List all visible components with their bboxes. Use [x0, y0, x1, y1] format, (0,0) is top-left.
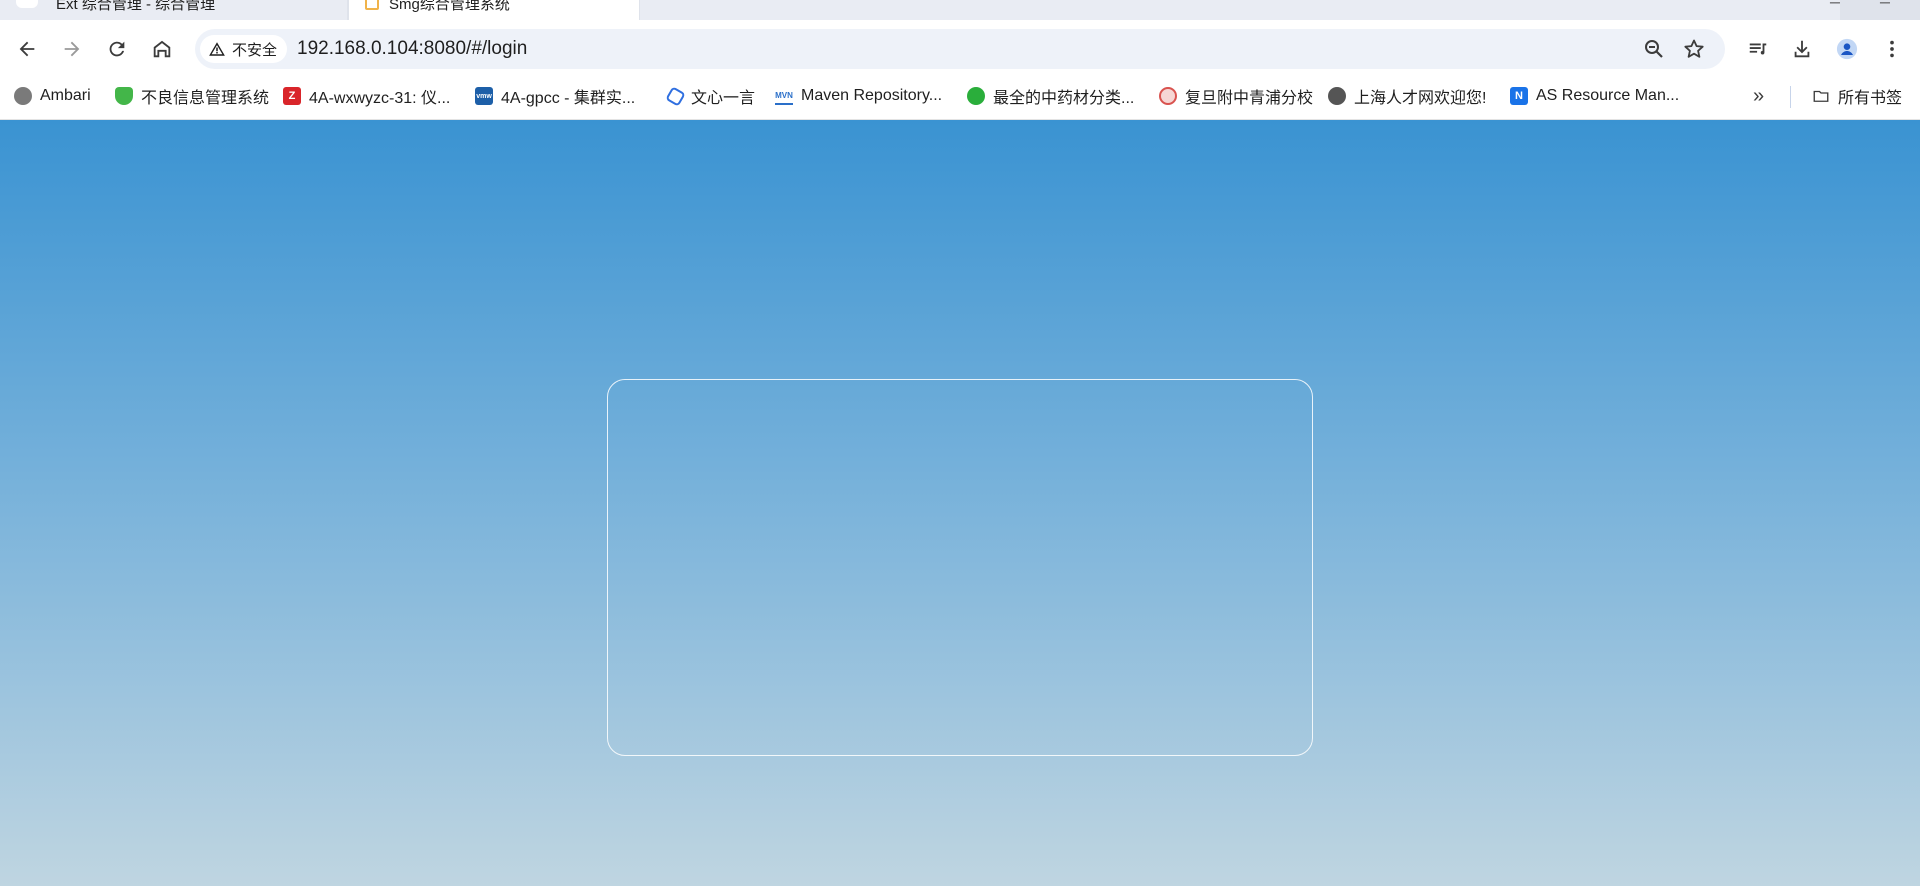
more-bookmarks-chevron-icon[interactable]: » — [1753, 78, 1764, 114]
kebab-menu-icon — [1890, 40, 1894, 58]
home-icon — [153, 40, 171, 58]
maximize-icon[interactable]: ─ — [1880, 0, 1890, 10]
media-list-icon — [1749, 43, 1767, 55]
tab-strip: Ext 综合管理 - 综合管理 Smg综合管理系统 ─ ─ — [0, 0, 1920, 20]
home-button[interactable] — [146, 33, 178, 65]
bookmark-item[interactable]: 最全的中药材分类... — [967, 78, 1134, 114]
bookmark-folder-label: 所有书签 — [1838, 90, 1903, 107]
bookmark-label: 上海人才网欢迎您! — [1354, 90, 1487, 107]
bookmark-label: Maven Repository... — [801, 87, 943, 104]
reload-button[interactable] — [101, 33, 133, 65]
bookmark-label: AS Resource Man... — [1536, 87, 1680, 104]
globe-icon — [1328, 87, 1346, 105]
address-bar[interactable]: 不安全 192.168.0.104:8080/#/login — [195, 29, 1725, 69]
minimize-icon[interactable]: ─ — [1830, 0, 1840, 10]
tab-inactive[interactable]: Ext 综合管理 - 综合管理 — [0, 0, 347, 20]
tab-active[interactable]: Smg综合管理系统 — [349, 0, 639, 20]
tab-title: Smg综合管理系统 — [389, 0, 510, 13]
bookmark-item[interactable]: N AS Resource Man... — [1510, 78, 1679, 114]
tab-title: Ext 综合管理 - 综合管理 — [56, 0, 216, 13]
bookmark-label: 复旦附中青浦分校 — [1185, 90, 1314, 107]
forward-button[interactable] — [56, 33, 88, 65]
cube-icon — [665, 85, 686, 107]
tab-favicon — [16, 0, 38, 8]
avatar-icon — [1836, 38, 1858, 60]
warning-icon — [209, 42, 225, 56]
arrow-right-icon — [64, 41, 80, 57]
star-icon[interactable] — [1682, 37, 1706, 61]
tab-favicon — [365, 0, 379, 10]
bookmark-item[interactable]: 不良信息管理系统 — [115, 78, 269, 114]
bookmark-label: 最全的中药材分类... — [993, 90, 1135, 107]
url-text[interactable]: 192.168.0.104:8080/#/login — [297, 29, 527, 69]
bookmark-item[interactable]: 文心一言 — [665, 78, 756, 114]
browser-toolbar: 不安全 192.168.0.104:8080/#/login — [0, 20, 1920, 78]
download-icon — [1794, 40, 1810, 58]
bookmark-item[interactable]: vmw 4A-gpcc - 集群实... — [475, 78, 635, 114]
back-button[interactable] — [11, 33, 43, 65]
shield-icon — [115, 87, 133, 105]
reload-icon — [109, 41, 125, 57]
bookmark-item[interactable]: 上海人才网欢迎您! — [1328, 78, 1486, 114]
bookmark-label: 不良信息管理系统 — [141, 90, 270, 107]
bookmark-item[interactable]: Ambari — [14, 78, 91, 114]
tab-strip-background — [640, 0, 1840, 20]
bookmarks-divider — [1790, 86, 1791, 108]
all-bookmarks-folder[interactable]: 所有书签 — [1812, 78, 1902, 114]
bookmark-label: 4A-gpcc - 集群实... — [501, 90, 636, 107]
folder-icon — [1812, 87, 1830, 105]
security-chip[interactable]: 不安全 — [200, 35, 288, 63]
downloads-button[interactable] — [1786, 33, 1818, 65]
arrow-left-icon — [19, 41, 35, 57]
ambari-icon — [14, 87, 32, 105]
bookmark-item[interactable]: MVN Maven Repository... — [775, 78, 942, 114]
bookmark-item[interactable]: 复旦附中青浦分校 — [1159, 78, 1313, 114]
bookmarks-bar: Ambari 不良信息管理系统 Z 4A-wxwyzc-31: 仪... vmw… — [0, 78, 1920, 120]
profile-button[interactable] — [1831, 33, 1863, 65]
menu-button[interactable] — [1876, 33, 1908, 65]
zoom-icon[interactable] — [1642, 37, 1666, 61]
vmw-icon: vmw — [475, 87, 493, 105]
mvn-icon: MVN — [775, 87, 793, 105]
bookmark-item[interactable]: Z 4A-wxwyzc-31: 仪... — [283, 78, 450, 114]
media-button[interactable] — [1742, 33, 1774, 65]
wechat-icon — [967, 87, 985, 105]
bookmark-label: 4A-wxwyzc-31: 仪... — [309, 90, 451, 107]
login-page-background — [0, 120, 1920, 886]
bookmark-label: Ambari — [40, 87, 91, 104]
security-label: 不安全 — [232, 41, 278, 59]
school-seal-icon — [1159, 87, 1177, 105]
z-icon: Z — [283, 87, 301, 105]
bookmark-label: 文心一言 — [691, 90, 756, 107]
n-icon: N — [1510, 87, 1528, 105]
login-panel — [607, 379, 1313, 756]
